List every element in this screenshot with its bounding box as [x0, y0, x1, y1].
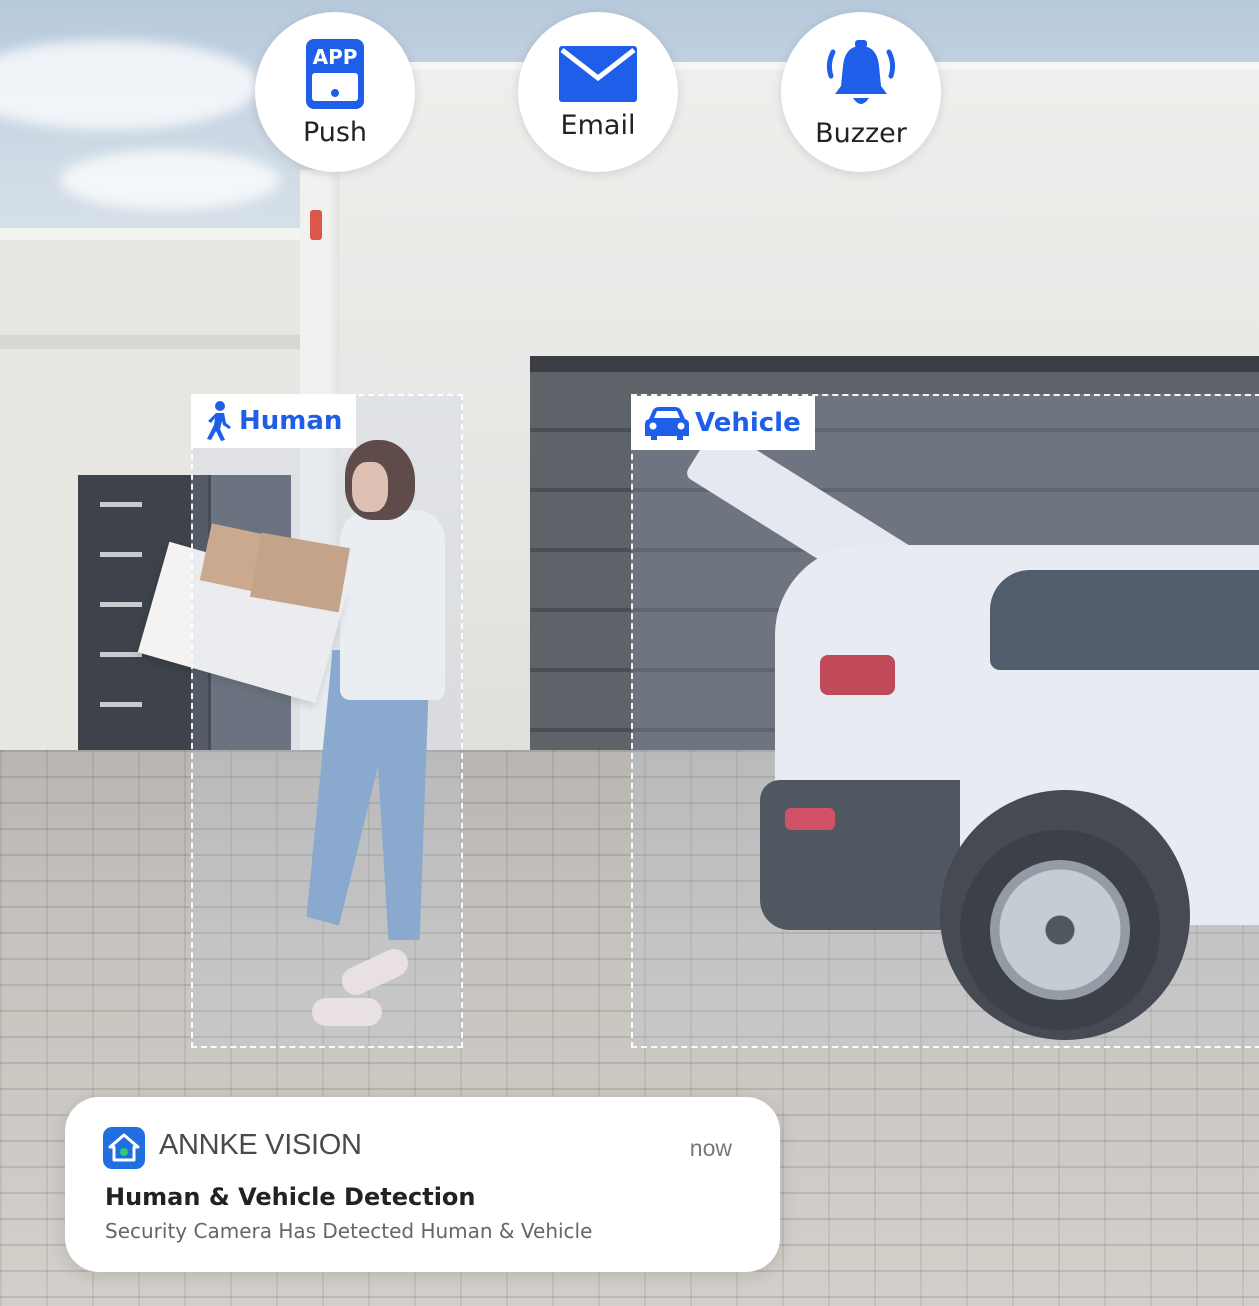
human-detection-box: [191, 394, 463, 1048]
vehicle-detection-label: Vehicle: [631, 396, 815, 450]
notification-body: Security Camera Has Detected Human & Veh…: [105, 1219, 593, 1243]
vehicle-detection-box: [631, 394, 1259, 1048]
email-alert-badge: Email: [518, 12, 678, 172]
push-label: Push: [302, 116, 368, 148]
car-icon: [645, 407, 689, 440]
annke-home-icon: [103, 1127, 145, 1169]
person-walking-icon: [207, 401, 231, 441]
notification-time: now: [689, 1135, 732, 1161]
door-handle-bar: [100, 502, 142, 507]
vehicle-label-text: Vehicle: [695, 408, 801, 438]
buzzer-alert-badge: Buzzer: [781, 12, 941, 172]
buzzer-label: Buzzer: [815, 117, 907, 149]
wall-ledge: [0, 335, 305, 349]
push-alert-badge: APP Push: [255, 12, 415, 172]
door-handle-bar: [100, 652, 142, 657]
human-label-text: Human: [239, 406, 343, 436]
door-handle-bar: [100, 552, 142, 557]
notification-app-name: ANNKE VISION: [159, 1129, 362, 1161]
alarm-siren: [310, 210, 322, 240]
push-notification-card[interactable]: ANNKE VISION now Human & Vehicle Detecti…: [65, 1097, 780, 1272]
notification-title: Human & Vehicle Detection: [105, 1183, 476, 1211]
app-icon-text: APP: [313, 45, 358, 69]
bell-icon: [826, 39, 896, 104]
envelope-icon: [559, 45, 637, 102]
email-label: Email: [560, 109, 636, 141]
app-phone-icon: APP: [306, 38, 364, 109]
hero-image: Human Vehicle APP Push Email Buzzer ANNK…: [0, 0, 1259, 1306]
door-handle-bar: [100, 602, 142, 607]
human-detection-label: Human: [191, 394, 357, 448]
door-handle-bar: [100, 702, 142, 707]
cloud: [60, 150, 280, 210]
